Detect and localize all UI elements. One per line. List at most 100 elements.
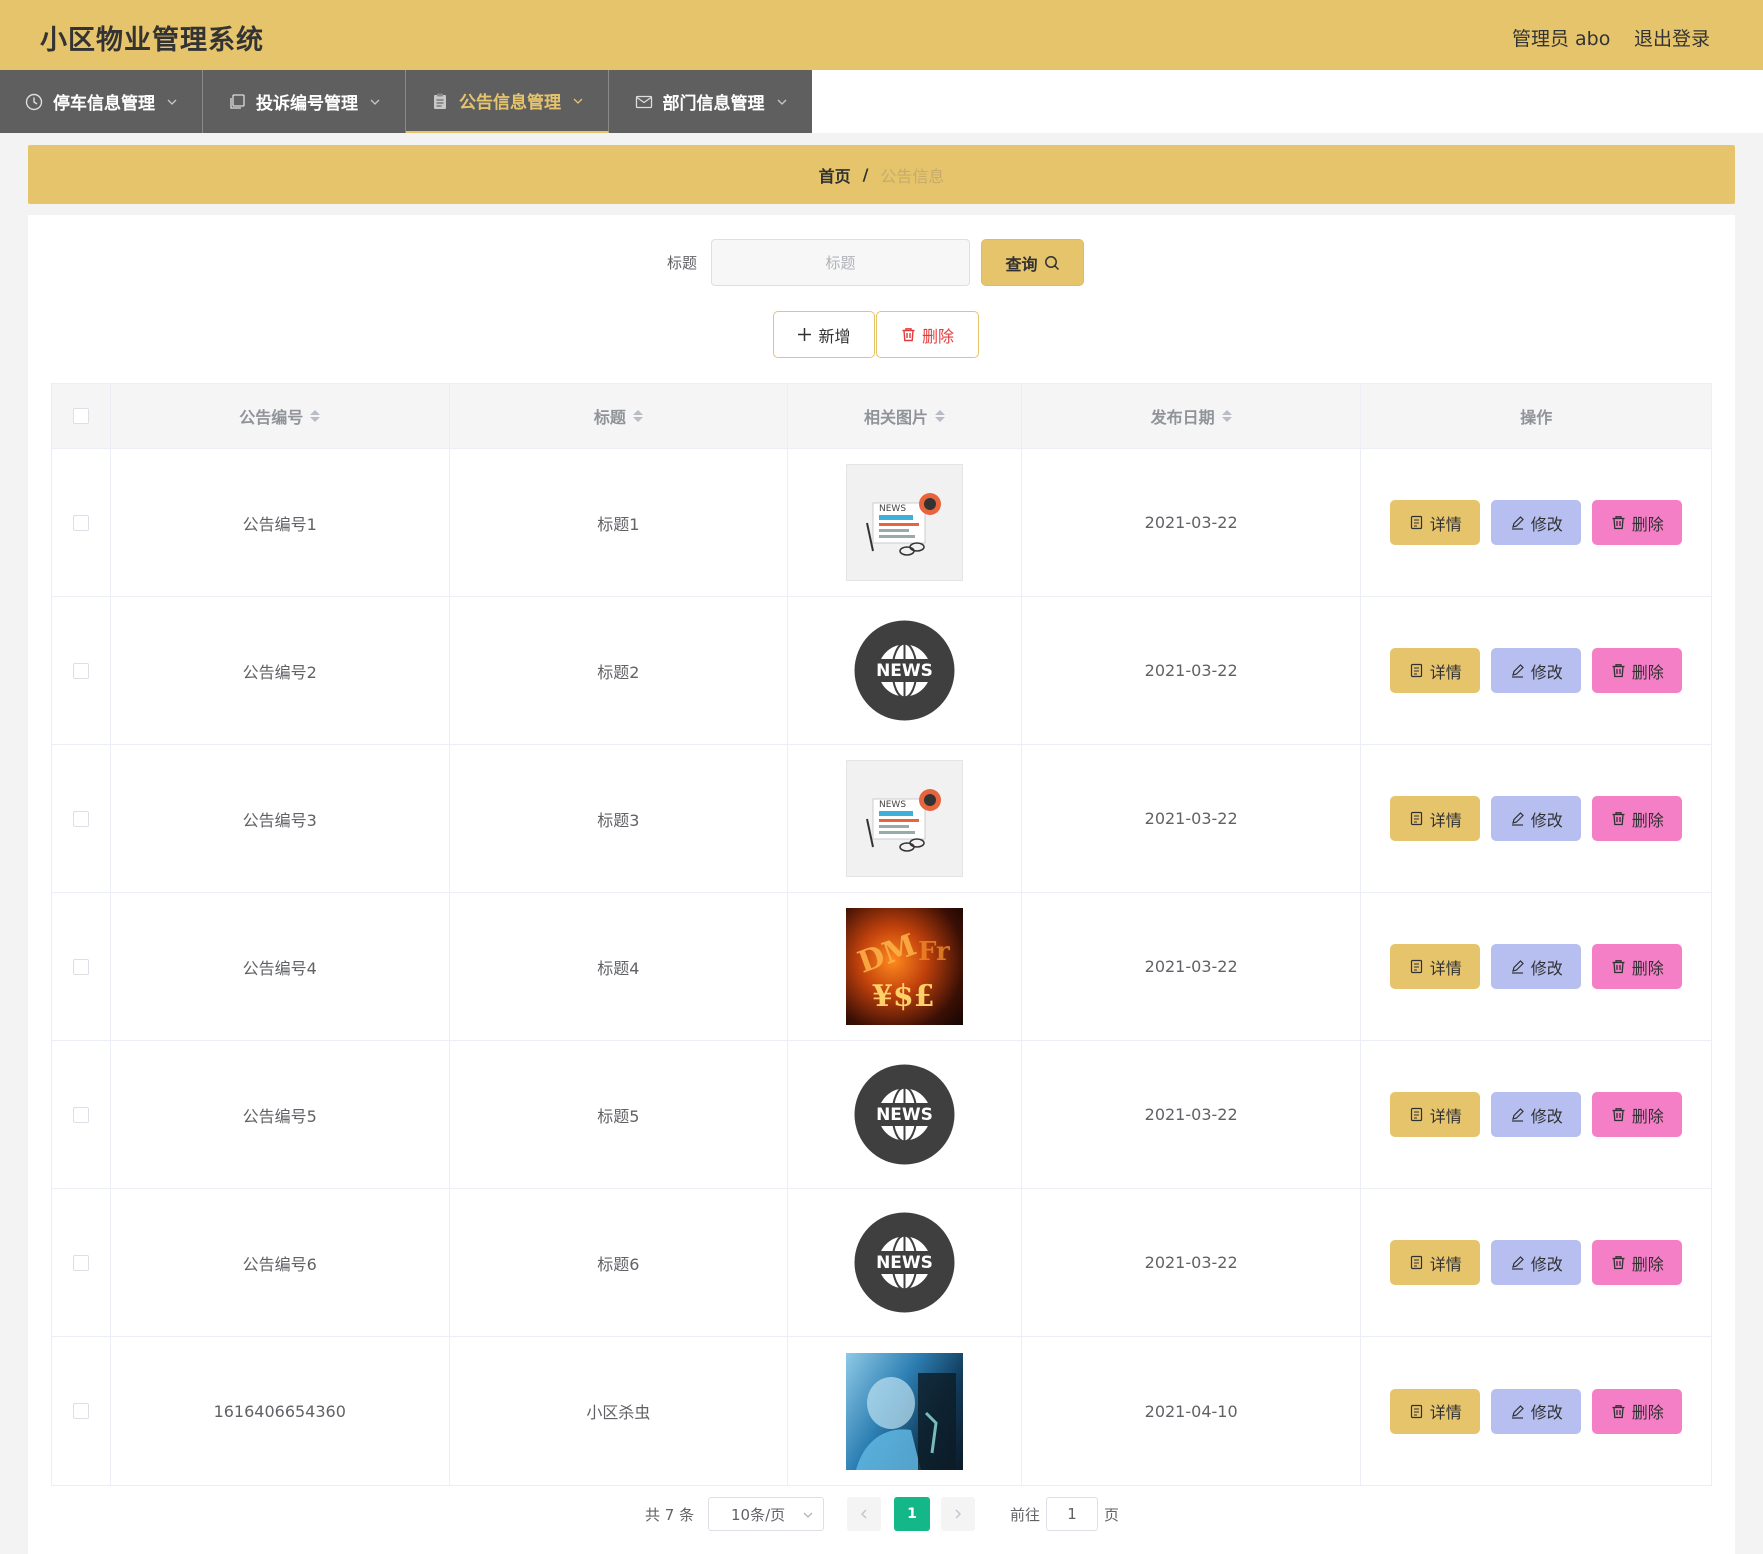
row-actions: 详情 修改 删除 [1390, 796, 1683, 841]
nav-item-notice[interactable]: 公告信息管理 [406, 70, 609, 133]
edit-label: 修改 [1530, 1403, 1563, 1422]
notice-table: 公告编号 标题 相关图片 发布日期 操作 公告编号1 标题1 NEWS 2021-03… [51, 383, 1712, 1486]
edit-button[interactable]: 修改 [1491, 1388, 1582, 1434]
svg-text:DM: DM [853, 928, 921, 981]
column-header-title[interactable]: 标题 [450, 384, 789, 448]
delete-label: 删除 [1631, 514, 1664, 534]
table-row: 公告编号3 标题3 NEWS 2021-03-22 详情 修改 删除 [52, 745, 1711, 893]
cell-date: 2021-04-10 [1022, 1337, 1362, 1485]
nav-item-label: 公告信息管理 [459, 93, 561, 113]
detail-button[interactable]: 详情 [1390, 1092, 1481, 1137]
sort-icon[interactable] [632, 410, 643, 422]
trash-icon [1611, 515, 1626, 530]
chevron-down-icon [370, 97, 380, 107]
current-user: 管理员 abo [1512, 28, 1611, 50]
page-number-current[interactable]: 1 [894, 1497, 930, 1531]
cell-title: 标题1 [450, 449, 789, 596]
detail-label: 详情 [1429, 514, 1462, 534]
delete-button[interactable]: 删除 [1592, 648, 1683, 693]
column-header-date[interactable]: 发布日期 [1022, 384, 1362, 448]
row-actions: 详情 修改 删除 [1390, 1388, 1683, 1434]
column-header-code[interactable]: 公告编号 [111, 384, 450, 448]
batch-delete-label: 删除 [921, 326, 954, 346]
row-checkbox[interactable] [72, 958, 89, 975]
detail-button[interactable]: 详情 [1390, 648, 1481, 693]
column-header-image[interactable]: 相关图片 [788, 384, 1022, 448]
row-checkbox[interactable] [72, 1403, 89, 1419]
nav-item-complaint[interactable]: 投诉编号管理 [203, 70, 406, 133]
cell-image: NEWS [788, 449, 1022, 596]
edit-button[interactable]: 修改 [1491, 1240, 1582, 1285]
sort-icon[interactable] [934, 410, 945, 422]
page-size-select[interactable]: 10条/页 [708, 1497, 824, 1531]
breadcrumb-home[interactable]: 首页 [819, 163, 851, 187]
cell-date: 2021-03-22 [1022, 597, 1362, 744]
detail-label: 详情 [1429, 1106, 1462, 1126]
cell-title: 标题5 [450, 1041, 789, 1188]
sort-icon[interactable] [1221, 410, 1232, 422]
detail-button[interactable]: 详情 [1390, 500, 1481, 545]
detail-label: 详情 [1429, 810, 1462, 830]
sort-icon[interactable] [310, 410, 321, 422]
edit-label: 修改 [1530, 810, 1563, 830]
select-all-checkbox[interactable] [72, 408, 89, 424]
row-checkbox[interactable] [72, 514, 89, 531]
edit-button[interactable]: 修改 [1491, 796, 1582, 841]
edit-label: 修改 [1530, 1106, 1563, 1126]
notice-code: 公告编号5 [242, 1106, 317, 1126]
row-checkbox[interactable] [72, 1254, 89, 1271]
title-search-input[interactable] [711, 239, 970, 286]
pencil-icon [1510, 1107, 1525, 1122]
document-icon [1409, 1107, 1424, 1122]
breadcrumb: 首页 / 公告信息 [28, 145, 1735, 204]
document-icon [1409, 1404, 1424, 1419]
detail-button[interactable]: 详情 [1390, 1388, 1481, 1434]
cell-date: 2021-03-22 [1022, 449, 1362, 596]
row-select-cell [52, 1041, 111, 1188]
row-select-cell [52, 745, 111, 892]
edit-button[interactable]: 修改 [1491, 944, 1582, 989]
add-button[interactable]: 新增 [773, 311, 875, 358]
row-checkbox[interactable] [72, 1106, 89, 1123]
delete-button[interactable]: 删除 [1592, 500, 1683, 545]
delete-button[interactable]: 删除 [1592, 1240, 1683, 1285]
chevron-right-icon [955, 1509, 961, 1519]
row-select-cell [52, 893, 111, 1040]
goto-page-input[interactable] [1046, 1497, 1098, 1531]
detail-button[interactable]: 详情 [1390, 1240, 1481, 1285]
svg-text:NEWS: NEWS [876, 1253, 933, 1273]
next-page-button[interactable] [941, 1497, 975, 1531]
column-header-label: 操作 [1520, 408, 1553, 427]
pencil-icon [1510, 663, 1525, 678]
delete-button[interactable]: 删除 [1592, 1388, 1683, 1434]
logout-link[interactable]: 退出登录 [1634, 24, 1710, 51]
edit-button[interactable]: 修改 [1491, 500, 1582, 545]
table-row: 公告编号5 标题5 NEWS 2021-03-22 详情 修改 删除 [52, 1041, 1711, 1189]
edit-button[interactable]: 修改 [1491, 648, 1582, 693]
nav-item-parking[interactable]: 停车信息管理 [0, 70, 203, 133]
detail-button[interactable]: 详情 [1390, 796, 1481, 841]
news-paper-image: NEWS [845, 760, 963, 877]
notice-title: 标题6 [597, 1254, 640, 1274]
chevron-down-icon [777, 97, 787, 107]
row-checkbox[interactable] [72, 810, 89, 827]
notice-code: 公告编号4 [242, 958, 317, 978]
cell-code: 公告编号4 [111, 893, 450, 1040]
nav-item-department[interactable]: 部门信息管理 [609, 70, 812, 133]
row-checkbox[interactable] [72, 662, 89, 679]
detail-label: 详情 [1429, 662, 1462, 682]
add-button-label: 新增 [818, 326, 851, 346]
delete-button[interactable]: 删除 [1592, 796, 1683, 841]
page-size-value: 10条/页 [731, 1505, 786, 1524]
delete-button[interactable]: 删除 [1592, 1092, 1683, 1137]
batch-delete-button[interactable]: 删除 [876, 311, 979, 358]
edit-button[interactable]: 修改 [1491, 1092, 1582, 1137]
cell-title: 标题3 [450, 745, 789, 892]
prev-page-button[interactable] [847, 1497, 881, 1531]
cell-title: 标题4 [450, 893, 789, 1040]
delete-button[interactable]: 删除 [1592, 944, 1683, 989]
table-body: 公告编号1 标题1 NEWS 2021-03-22 详情 修改 删除 公告编号2 标题2 NEWS… [52, 449, 1711, 1485]
chevron-down-icon [803, 1510, 813, 1520]
detail-button[interactable]: 详情 [1390, 944, 1481, 989]
query-button[interactable]: 查询 [981, 239, 1084, 286]
